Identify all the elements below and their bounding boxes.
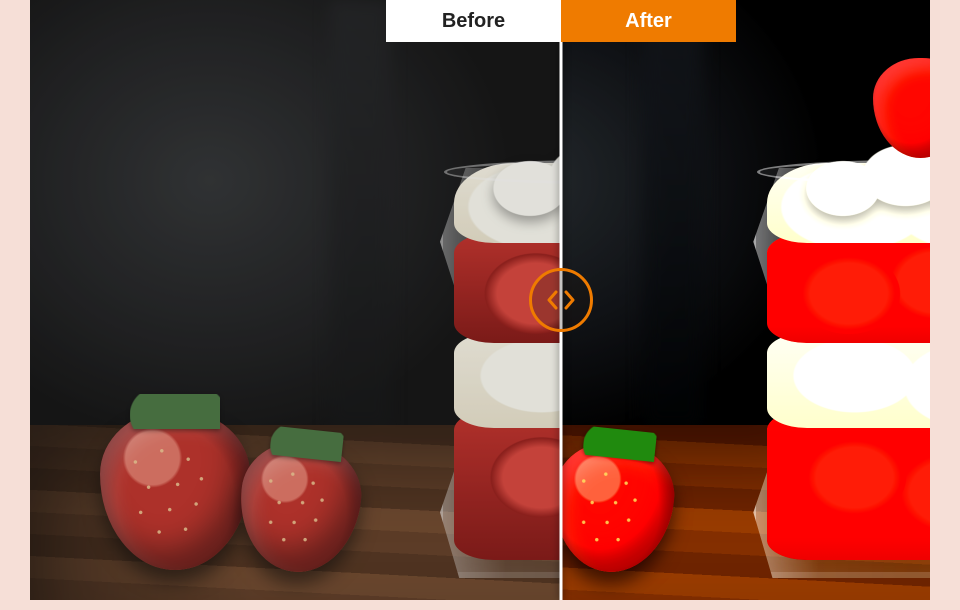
- after-label: After: [561, 0, 736, 42]
- slider-handle[interactable]: [529, 268, 593, 332]
- chevron-right-icon: [563, 290, 577, 310]
- slider-labels: Before After: [386, 0, 736, 42]
- before-after-slider[interactable]: Before After: [30, 0, 930, 600]
- before-image-panel: [30, 0, 561, 600]
- chevron-left-icon: [545, 290, 559, 310]
- before-label: Before: [386, 0, 561, 42]
- after-image-panel: [561, 0, 930, 600]
